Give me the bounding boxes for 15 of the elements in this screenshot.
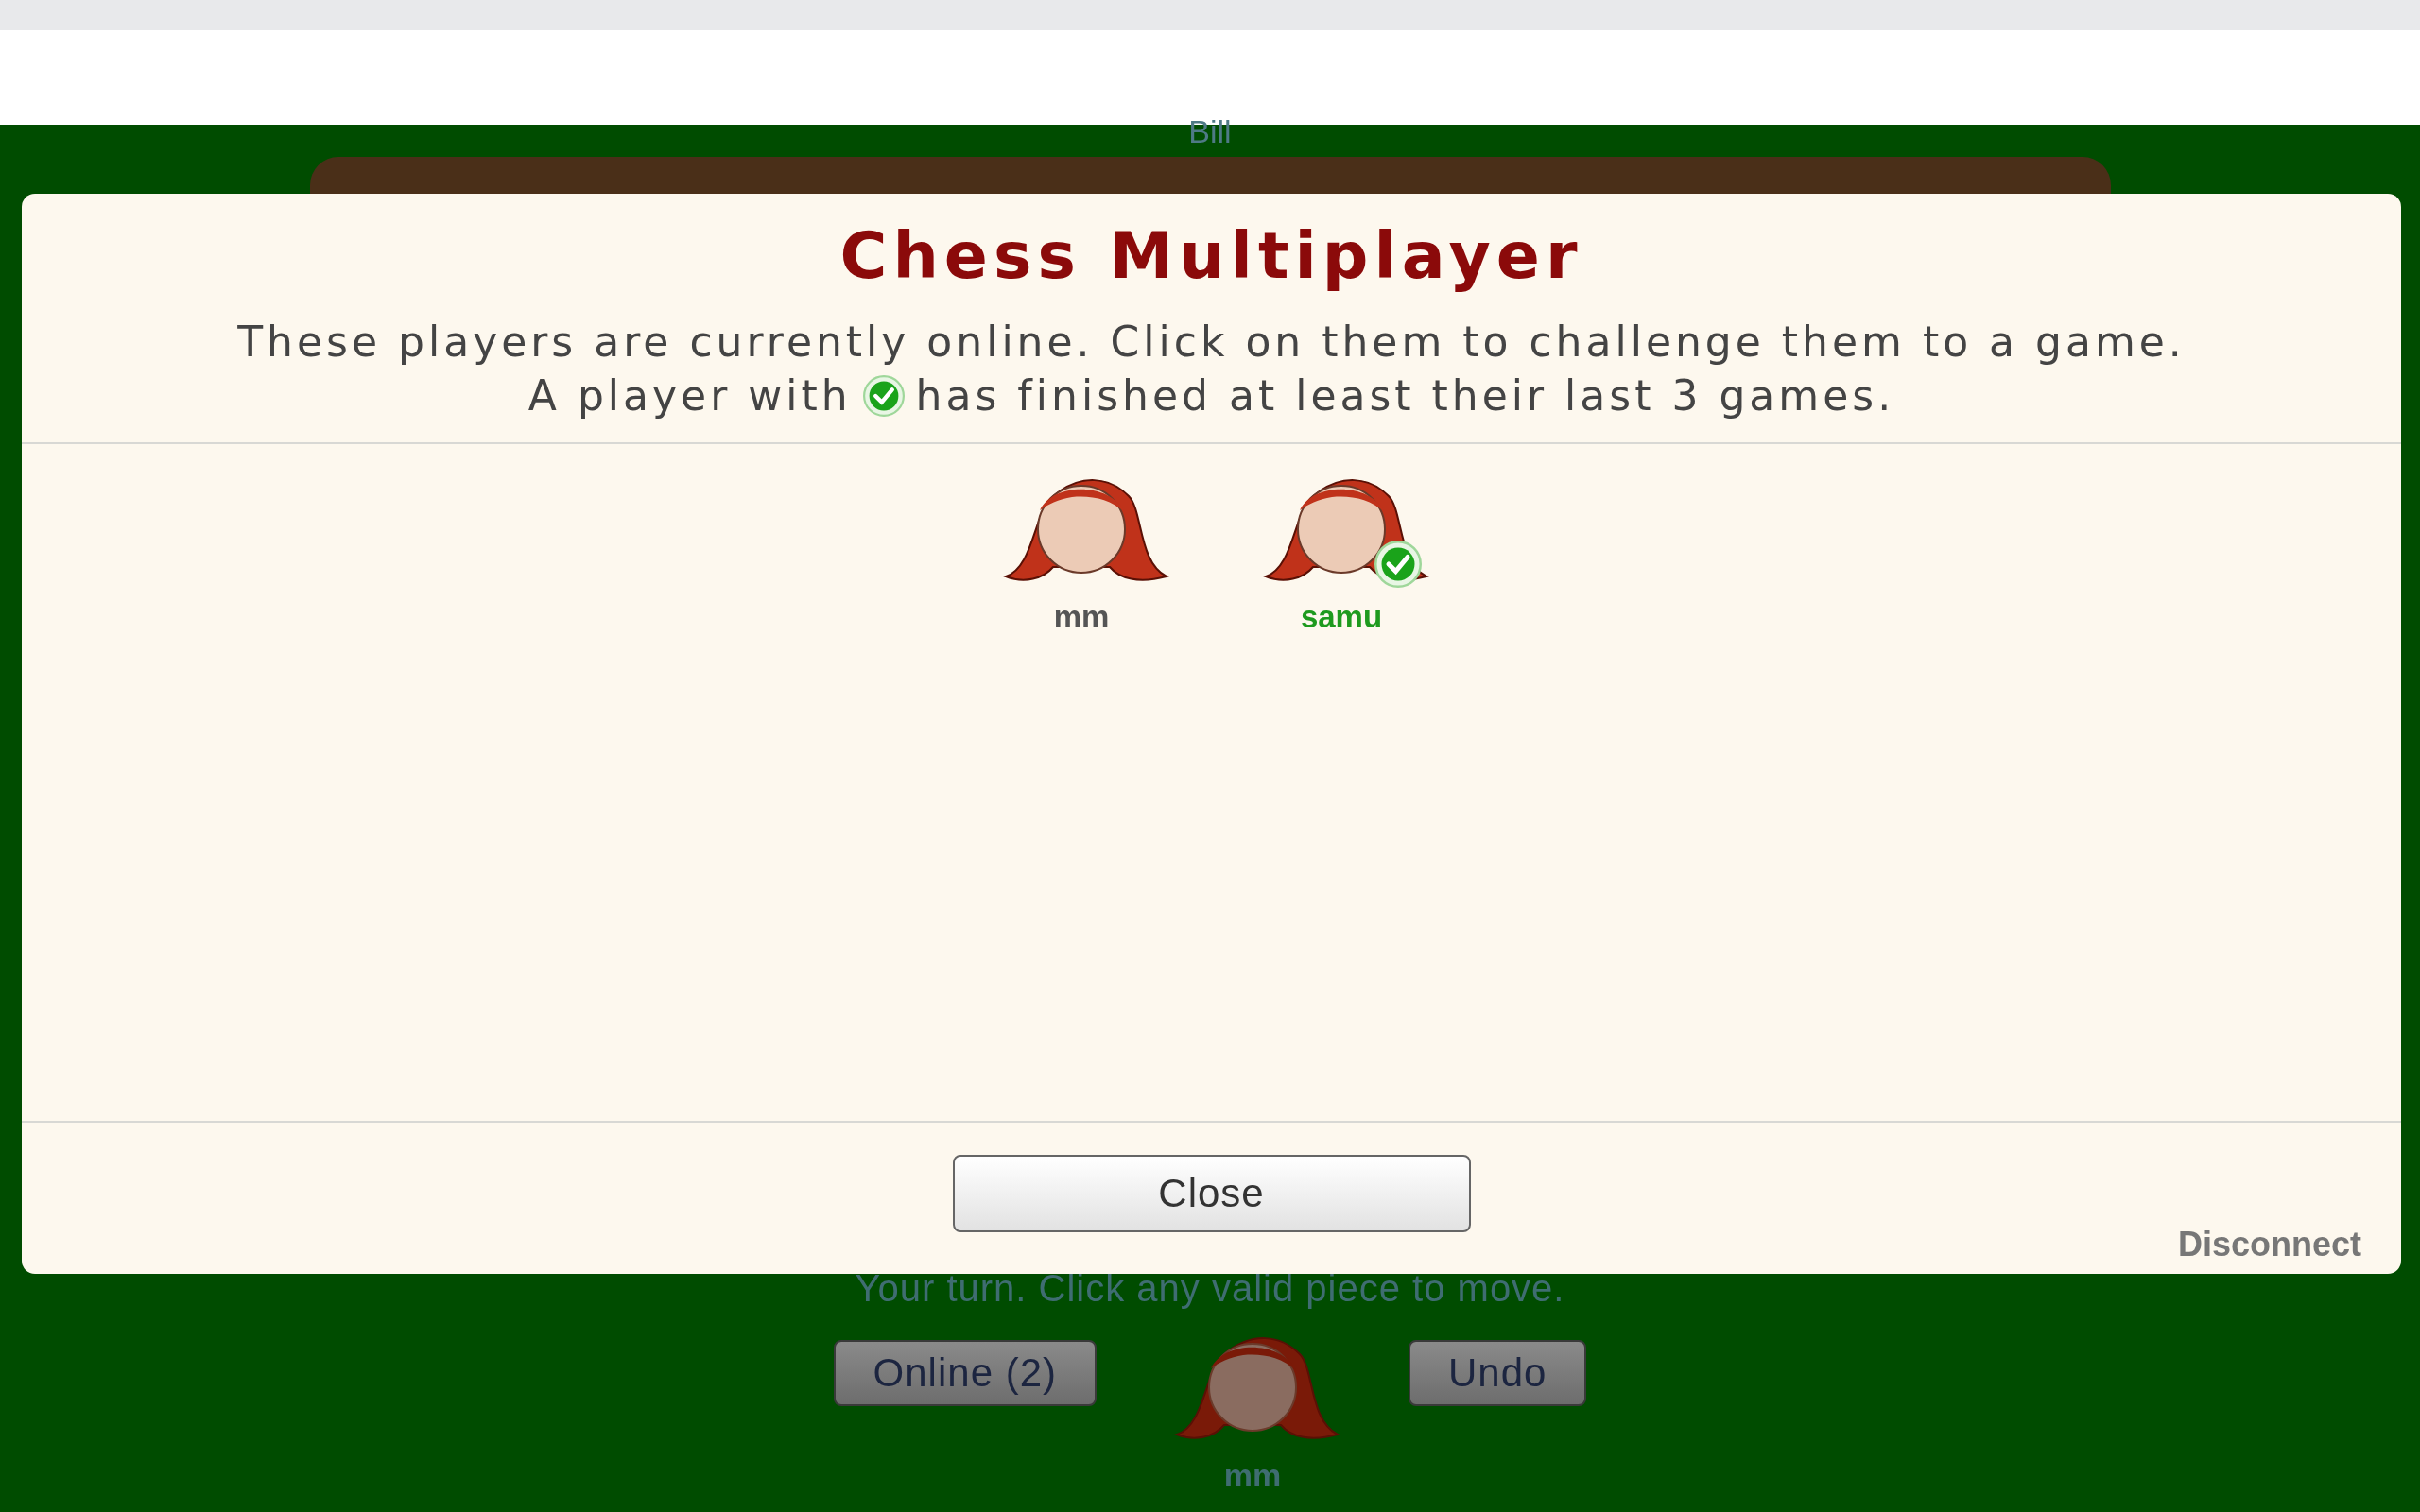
note-text: has finished at least their last 3 games. xyxy=(915,371,1895,420)
dialog-title: Chess Multiplayer xyxy=(839,218,1583,293)
online-button[interactable]: Online (2) xyxy=(833,1340,1097,1406)
status-text: Your turn. Click any valid piece to move. xyxy=(855,1267,1565,1310)
checkmark-icon xyxy=(1374,541,1422,588)
disconnect-link[interactable]: Disconnect xyxy=(2177,1225,2361,1264)
intro-text: These players are currently online. Click on them to challenge them to a game. xyxy=(237,318,2186,366)
note-text: A player with xyxy=(527,371,852,420)
player-name: mm xyxy=(1223,1457,1282,1494)
checkmark-icon xyxy=(862,374,905,417)
undo-button[interactable]: Undo xyxy=(1409,1340,1587,1406)
opponent-name: Bill xyxy=(1188,115,1232,147)
player-name[interactable]: samu xyxy=(1300,599,1383,635)
close-button[interactable]: Close xyxy=(952,1155,1471,1232)
player-name[interactable]: mm xyxy=(1053,599,1110,635)
